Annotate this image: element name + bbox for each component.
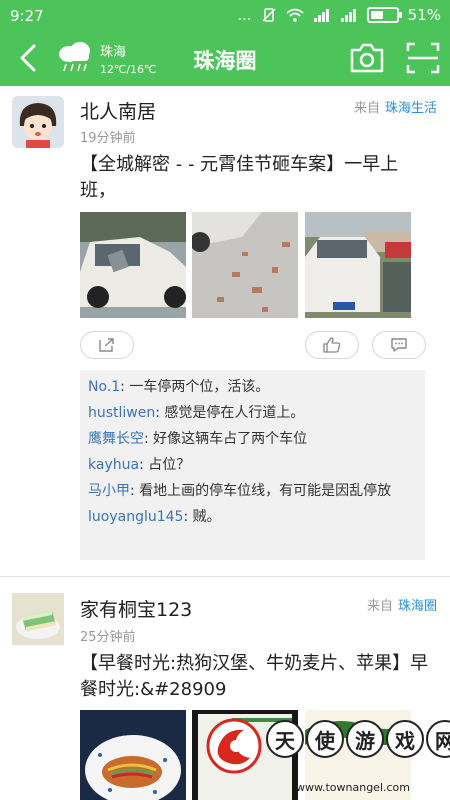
from-label: 来自 xyxy=(366,599,393,614)
watermark-chars: 天 使 游 戏 网 xyxy=(266,720,450,758)
post-text: 【全城解密 - - 元霄佳节砸车案】一早上班， xyxy=(80,154,399,201)
avatar[interactable] xyxy=(12,593,64,645)
post-source: 来自 珠海圈 xyxy=(367,595,437,614)
share-icon xyxy=(99,338,114,352)
post-photo[interactable] xyxy=(192,212,298,318)
comment-user[interactable]: 马小甲 xyxy=(88,483,130,499)
comment-user[interactable]: luoyanglu145 xyxy=(88,509,183,525)
comment-list: No.1: 一车停两个位，活该。 hustliwen: 感觉是停在人行道上。 鹰… xyxy=(80,370,425,560)
comment-text: : 看地上画的停车位线，有可能是因乱停放 xyxy=(130,483,392,499)
comment-text: : 贼。 xyxy=(183,509,221,525)
post-photo[interactable] xyxy=(305,212,411,318)
comment-item[interactable]: No.1: 一车停两个位，活该。 xyxy=(80,374,425,400)
share-button[interactable] xyxy=(80,331,134,359)
comment-text: : 占位？ xyxy=(139,457,191,473)
post-divider xyxy=(0,576,450,577)
camera-icon[interactable] xyxy=(349,41,385,75)
scan-icon[interactable] xyxy=(405,41,441,75)
comment-item[interactable]: kayhua: 占位？ xyxy=(80,452,425,478)
avatar-cake-icon xyxy=(12,593,64,645)
comment-user[interactable]: kayhua xyxy=(88,457,139,473)
more-dots: ... xyxy=(237,6,252,24)
status-bar: 9:27 ... 51% xyxy=(0,0,450,30)
comment-text: : 一车停两个位，活该。 xyxy=(120,379,270,395)
watermark-url: www.townangel.com xyxy=(296,781,410,794)
comment-text: : 好像这辆车占了两个车位 xyxy=(144,431,308,447)
watermark-char: 游 xyxy=(346,720,384,758)
angel-logo-icon xyxy=(206,718,262,774)
vibrate-icon xyxy=(262,8,276,22)
avatar-girl-icon xyxy=(12,96,64,148)
post-text: 【早餐时光:热狗汉堡、牛奶麦片、苹果】早餐时光:&#28909 xyxy=(80,653,429,700)
from-label: 来自 xyxy=(353,101,380,116)
watermark-char: 网 xyxy=(426,720,450,758)
post-photo[interactable] xyxy=(80,710,186,800)
comment-item[interactable]: luoyanglu145: 贼。 xyxy=(80,504,425,530)
post-username[interactable]: 北人南居 xyxy=(80,97,156,124)
comment-user[interactable]: No.1 xyxy=(88,379,120,395)
post-photo[interactable] xyxy=(80,212,186,318)
like-icon xyxy=(323,337,341,353)
post-time: 25分钟前 xyxy=(80,630,136,645)
signal-icon-2 xyxy=(340,9,356,22)
signal-icon xyxy=(313,9,329,22)
post-card: 北人南居 19分钟前 来自 珠海生活 【全城解密 - - 元霄佳节砸车案】一早上班… xyxy=(0,86,450,576)
watermark-char: 戏 xyxy=(386,720,424,758)
comment-user[interactable]: 鹰舞长空 xyxy=(88,431,144,447)
navbar: 珠海 12℃/16℃ 珠海圈 xyxy=(0,30,450,86)
post-source: 来自 珠海生活 xyxy=(354,97,437,116)
comment-user[interactable]: hustliwen xyxy=(88,405,155,421)
watermark-char: 天 xyxy=(266,720,304,758)
battery-icon xyxy=(366,7,402,23)
wifi-icon xyxy=(286,8,304,22)
comment-button[interactable] xyxy=(372,331,426,359)
comment-item[interactable]: 鹰舞长空: 好像这辆车占了两个车位 xyxy=(80,426,425,452)
status-time: 9:27 xyxy=(10,7,44,25)
source-link[interactable]: 珠海圈 xyxy=(398,599,437,614)
like-button[interactable] xyxy=(305,331,359,359)
watermark-char: 使 xyxy=(306,720,344,758)
status-icons: ... 51% xyxy=(237,6,441,24)
comment-item[interactable]: 马小甲: 看地上画的停车位线，有可能是因乱停放 xyxy=(80,478,425,504)
site-watermark: 天 使 游 戏 网 www.townangel.com xyxy=(196,712,450,800)
comment-icon xyxy=(391,338,407,352)
source-link[interactable]: 珠海生活 xyxy=(385,101,437,116)
post-username[interactable]: 家有桐宝123 xyxy=(80,595,192,622)
avatar[interactable] xyxy=(12,96,64,148)
comment-item[interactable]: hustliwen: 感觉是停在人行道上。 xyxy=(80,400,425,426)
top-bar: 9:27 ... 51% 珠海 12℃/16℃ 珠海圈 xyxy=(0,0,450,86)
post-time: 19分钟前 xyxy=(80,131,136,146)
battery-percent: 51% xyxy=(407,6,441,24)
comment-text: : 感觉是停在人行道上。 xyxy=(155,405,305,421)
